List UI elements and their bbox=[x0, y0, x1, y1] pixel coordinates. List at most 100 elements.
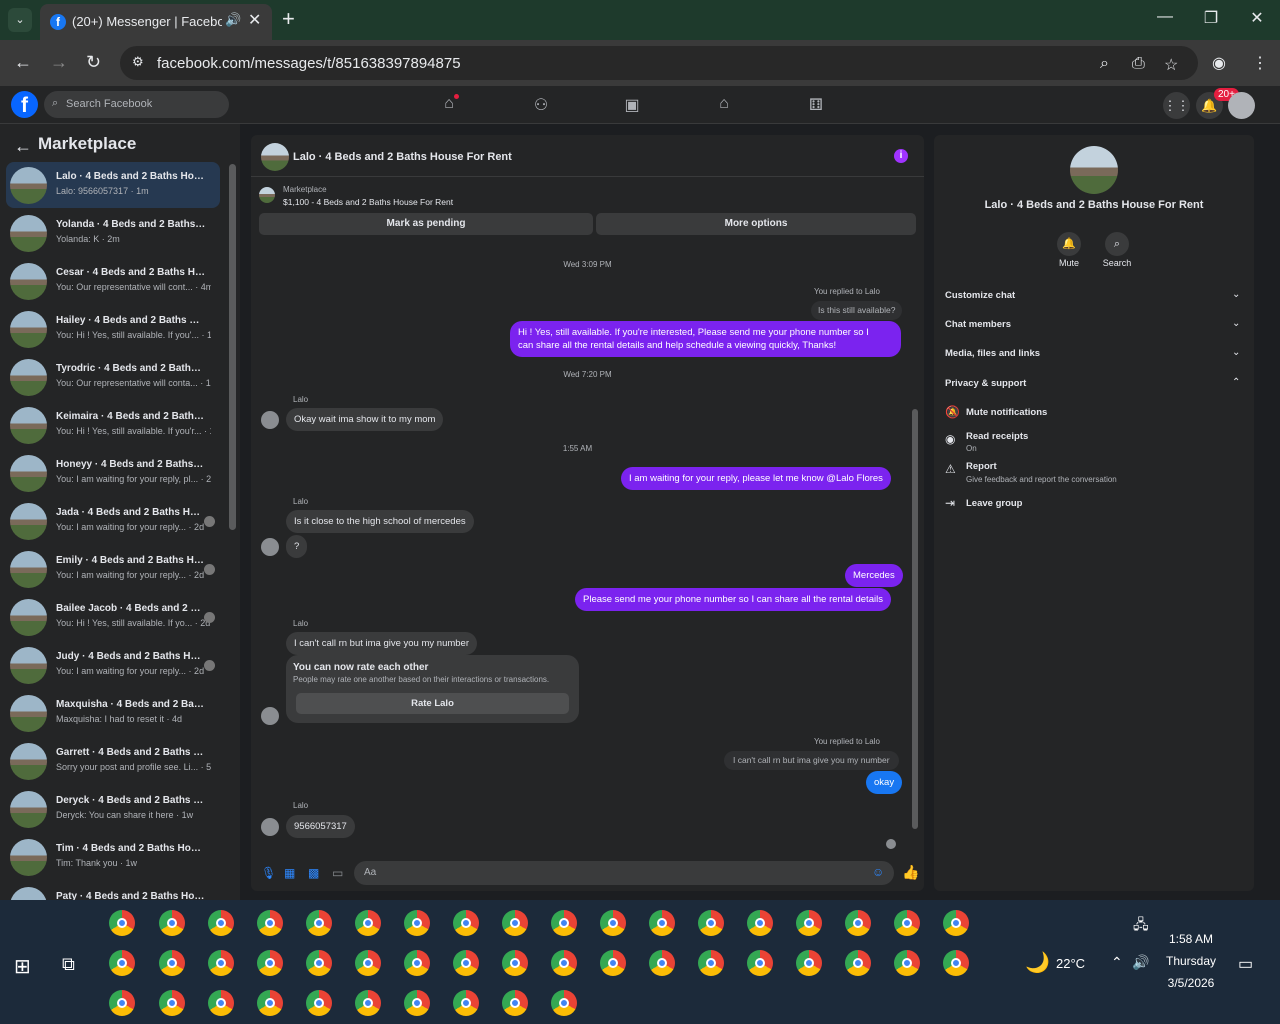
taskbar-app-icon[interactable] bbox=[109, 910, 135, 936]
gaming-icon[interactable]: ⚅ bbox=[806, 95, 826, 115]
facebook-search-input[interactable]: ⌕ Search Facebook bbox=[44, 91, 229, 118]
taskbar-app-icon[interactable] bbox=[257, 990, 283, 1016]
taskbar-app-icon[interactable] bbox=[698, 910, 724, 936]
taskbar-app-icon[interactable] bbox=[502, 950, 528, 976]
taskbar-app-icon[interactable] bbox=[453, 990, 479, 1016]
volume-icon[interactable]: 🔊 bbox=[1132, 954, 1149, 971]
taskbar-app-icon[interactable] bbox=[453, 910, 479, 936]
conversation-item[interactable]: Cesar · 4 Beds and 2 Baths House For Ren… bbox=[6, 258, 220, 304]
conversation-item[interactable]: Jada · 4 Beds and 2 Baths House For Rent… bbox=[6, 498, 220, 544]
taskbar-app-icon[interactable] bbox=[649, 950, 675, 976]
menu-kebab-icon[interactable]: ⋮ bbox=[1252, 53, 1268, 73]
listing-thumbnail[interactable] bbox=[259, 187, 275, 203]
message-bubble-outgoing[interactable]: Mercedes bbox=[845, 564, 903, 587]
quoted-message[interactable]: I can't call rn but ima give you my numb… bbox=[724, 751, 899, 770]
back-arrow-icon[interactable]: ← bbox=[14, 136, 32, 157]
bookmark-star-icon[interactable]: ☆ bbox=[1164, 55, 1178, 75]
taskbar-app-icon[interactable] bbox=[159, 950, 185, 976]
taskbar-app-icon[interactable] bbox=[159, 990, 185, 1016]
taskbar-app-icon[interactable] bbox=[551, 910, 577, 936]
taskbar-app-icon[interactable] bbox=[747, 950, 773, 976]
report-item[interactable]: Report bbox=[966, 461, 997, 472]
conversation-item[interactable]: Tyrodric · 4 Beds and 2 Baths House For … bbox=[6, 354, 220, 400]
menu-grid-icon[interactable]: ⋮⋮ bbox=[1163, 92, 1190, 119]
mute-notifications-item[interactable]: Mute notifications bbox=[966, 407, 1047, 418]
emoji-icon[interactable]: ☺ bbox=[872, 865, 884, 879]
tab-close-icon[interactable]: ✕ bbox=[248, 10, 261, 30]
taskbar-app-icon[interactable] bbox=[943, 910, 969, 936]
conversation-item[interactable]: Emily · 4 Beds and 2 Baths House For Ren… bbox=[6, 546, 220, 592]
taskbar-app-icon[interactable] bbox=[894, 910, 920, 936]
sender-avatar[interactable] bbox=[261, 538, 279, 556]
browser-tab[interactable]: f (20+) Messenger | Facebook 🔊 ✕ bbox=[40, 4, 272, 40]
microphone-icon[interactable]: 🎙 bbox=[261, 866, 276, 880]
rate-button[interactable]: Rate Lalo bbox=[296, 693, 569, 714]
taskbar-app-icon[interactable] bbox=[453, 950, 479, 976]
message-bubble-outgoing[interactable]: Hi ! Yes, still available. If you're int… bbox=[510, 321, 901, 357]
more-options-button[interactable]: More options bbox=[596, 213, 916, 235]
message-bubble-incoming[interactable]: Is it close to the high school of merced… bbox=[286, 510, 474, 533]
taskbar-app-icon[interactable] bbox=[208, 990, 234, 1016]
forward-arrow-icon[interactable]: → bbox=[50, 52, 68, 73]
chevron-down-icon[interactable]: ⌄ bbox=[1232, 318, 1240, 329]
conversation-item[interactable]: Tim · 4 Beds and 2 Baths House For Rent T… bbox=[6, 834, 220, 880]
taskbar-app-icon[interactable] bbox=[698, 950, 724, 976]
gif-icon[interactable]: ▭ bbox=[332, 866, 343, 880]
taskbar-app-icon[interactable] bbox=[894, 950, 920, 976]
back-arrow-icon[interactable]: ← bbox=[14, 52, 32, 73]
weather-temp[interactable]: 22°C bbox=[1056, 956, 1085, 971]
quoted-message[interactable]: Is this still available? bbox=[811, 301, 903, 320]
reload-icon[interactable]: ↻ bbox=[86, 52, 101, 73]
chat-members-section[interactable]: Chat members bbox=[945, 319, 1011, 330]
conversation-item[interactable]: Honeyy · 4 Beds and 2 Baths House For Re… bbox=[6, 450, 220, 496]
site-settings-icon[interactable]: ⚙ bbox=[132, 54, 144, 70]
taskbar-app-icon[interactable] bbox=[109, 990, 135, 1016]
taskbar-app-icon[interactable] bbox=[796, 910, 822, 936]
friends-icon[interactable]: ⚇ bbox=[531, 95, 551, 115]
conversation-item[interactable]: Judy · 4 Beds and 2 Baths House For Rent… bbox=[6, 642, 220, 688]
taskbar-app-icon[interactable] bbox=[747, 910, 773, 936]
message-bubble-outgoing[interactable]: okay bbox=[866, 771, 903, 794]
taskbar-app-icon[interactable] bbox=[600, 950, 626, 976]
audio-icon[interactable]: 🔊 bbox=[225, 12, 241, 28]
taskbar-app-icon[interactable] bbox=[404, 990, 430, 1016]
taskbar-app-icon[interactable] bbox=[306, 910, 332, 936]
tray-chevron-icon[interactable]: ⌃ bbox=[1111, 954, 1123, 971]
sender-avatar[interactable] bbox=[261, 818, 279, 836]
account-avatar[interactable] bbox=[1228, 92, 1255, 119]
chevron-down-icon[interactable]: ⌄ bbox=[1232, 289, 1240, 300]
message-bubble-incoming[interactable]: 9566057317 bbox=[286, 815, 355, 838]
chevron-down-icon[interactable]: ⌄ bbox=[1232, 347, 1240, 358]
conversation-item[interactable]: Bailee Jacob · 4 Beds and 2 Baths House … bbox=[6, 594, 220, 640]
leave-group-item[interactable]: Leave group bbox=[966, 498, 1023, 509]
privacy-support-section[interactable]: Privacy & support bbox=[945, 378, 1026, 389]
customize-chat-section[interactable]: Customize chat bbox=[945, 290, 1015, 301]
info-icon[interactable]: i bbox=[894, 149, 908, 163]
taskbar-app-icon[interactable] bbox=[796, 950, 822, 976]
taskbar-app-icon[interactable] bbox=[404, 910, 430, 936]
taskbar-app-icon[interactable] bbox=[355, 910, 381, 936]
message-bubble-incoming[interactable]: I can't call rn but ima give you my numb… bbox=[286, 632, 477, 655]
zoom-icon[interactable]: ⌕ bbox=[1100, 55, 1109, 73]
chat-avatar[interactable] bbox=[261, 143, 289, 171]
message-bubble-incoming[interactable]: ? bbox=[286, 535, 308, 558]
taskbar-app-icon[interactable] bbox=[355, 950, 381, 976]
taskbar-app-icon[interactable] bbox=[355, 990, 381, 1016]
url-bar[interactable]: ⚙ facebook.com/messages/t/85163839789487… bbox=[120, 46, 1198, 80]
conversation-item[interactable]: Hailey · 4 Beds and 2 Baths House For Re… bbox=[6, 306, 220, 352]
photo-icon[interactable]: ▦ bbox=[284, 866, 295, 880]
taskbar-app-icon[interactable] bbox=[845, 950, 871, 976]
install-app-icon[interactable]: ⎙ bbox=[1132, 55, 1145, 73]
taskbar-app-icon[interactable] bbox=[551, 990, 577, 1016]
profile-icon[interactable]: ◉ bbox=[1212, 53, 1226, 73]
search-icon[interactable]: ⌕ bbox=[1105, 232, 1129, 256]
taskbar-app-icon[interactable] bbox=[600, 910, 626, 936]
listing-price[interactable]: $1,100 - 4 Beds and 2 Baths House For Re… bbox=[283, 197, 453, 207]
window-close-button[interactable]: ✕ bbox=[1242, 8, 1272, 28]
network-icon[interactable]: 🖧 bbox=[1133, 914, 1149, 938]
message-bubble-outgoing[interactable]: I am waiting for your reply, please let … bbox=[621, 467, 891, 490]
conversation-item[interactable]: Keimaira · 4 Beds and 2 Baths House For … bbox=[6, 402, 220, 448]
taskbar-app-icon[interactable] bbox=[845, 910, 871, 936]
marketplace-icon[interactable]: ⌂ bbox=[714, 95, 734, 113]
taskbar-app-icon[interactable] bbox=[208, 910, 234, 936]
